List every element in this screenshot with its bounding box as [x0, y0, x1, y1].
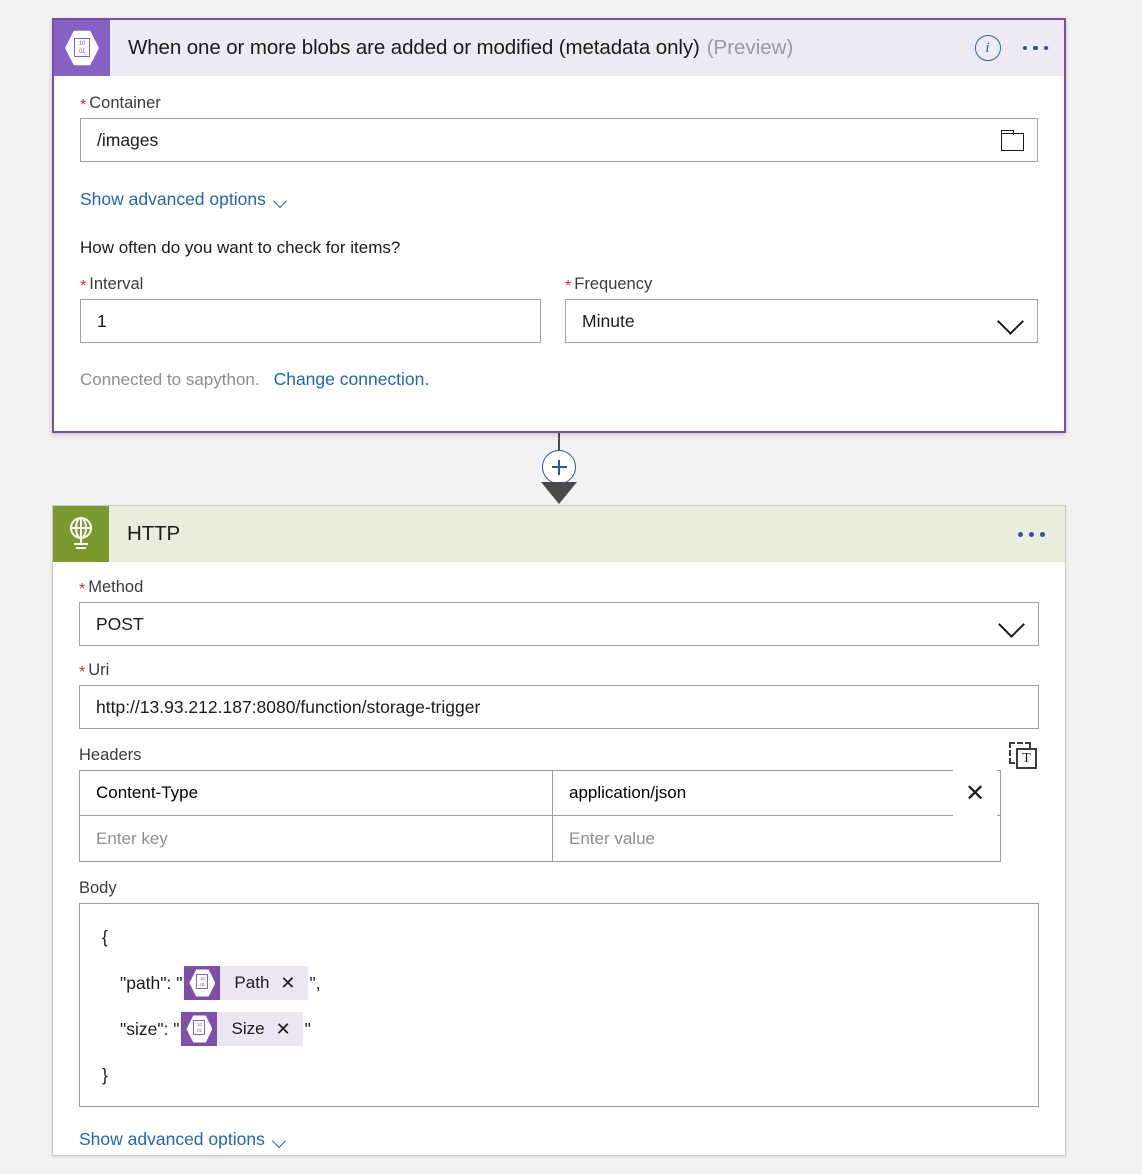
required-marker: * [79, 664, 86, 681]
method-select[interactable]: POST [79, 602, 1039, 646]
header-key-value: Content-Type [96, 783, 199, 802]
header-key-placeholder: Enter key [96, 828, 168, 848]
chevron-down-icon[interactable] [1000, 617, 1026, 632]
logic-app-designer-canvas: 10 01 When one or more blobs are added o… [0, 0, 1142, 1174]
method-select-value: POST [96, 613, 144, 634]
trigger-card-menu-button[interactable] [1022, 45, 1048, 51]
add-step-button[interactable] [542, 450, 576, 484]
connector-arrow-icon [541, 482, 577, 504]
body-path-key: "path": " [120, 972, 183, 993]
frequency-select-value: Minute [582, 310, 635, 331]
chevron-down-icon [274, 196, 287, 204]
body-line-size: "size": " 10 01 Size ✕ " [94, 1006, 1024, 1052]
headers-field-label: Headers [79, 746, 142, 764]
container-input-value: /images [97, 129, 159, 150]
header-value-value: application/json [569, 783, 687, 802]
table-row[interactable]: Content-Type application/json [79, 770, 1039, 816]
body-line-path: "path": " 10 01 Path ✕ ", [94, 960, 1024, 1006]
required-marker: * [80, 97, 87, 114]
header-key-input-empty[interactable]: Enter key [79, 816, 553, 862]
body-line-open: { [102, 926, 108, 947]
folder-icon[interactable] [1001, 129, 1025, 151]
trigger-card-body: * Container /images Show advanced option… [54, 76, 1064, 390]
trigger-card-title: When one or more blobs are added or modi… [128, 36, 700, 59]
switch-to-text-mode-icon[interactable]: T [1009, 742, 1039, 772]
trigger-card[interactable]: 10 01 When one or more blobs are added o… [52, 18, 1066, 433]
container-input[interactable]: /images [80, 118, 1038, 162]
token-label: Path [234, 973, 270, 992]
table-row[interactable]: Enter key Enter value [79, 816, 1039, 862]
preview-badge: (Preview) [706, 36, 794, 59]
info-icon[interactable]: i [974, 35, 1001, 61]
hexagon-binary-glyph: 10 01 [65, 30, 99, 66]
container-field-label: * Container [80, 94, 161, 114]
interval-input-value: 1 [97, 310, 107, 331]
http-card-body: * Method POST * Uri http://13.93.212.187… [53, 562, 1065, 1150]
step-connector [0, 433, 1142, 505]
uri-field-label: * Uri [79, 661, 110, 681]
body-field-label: Body [79, 879, 117, 897]
chevron-down-icon[interactable] [999, 314, 1025, 329]
interval-input[interactable]: 1 [80, 299, 542, 343]
header-value-input-empty[interactable]: Enter value [553, 816, 1001, 862]
change-connection-link[interactable]: Change connection. [274, 369, 430, 390]
header-key-input[interactable]: Content-Type [79, 770, 553, 816]
body-size-key: "size": " [120, 1018, 180, 1039]
body-line-close: } [102, 1064, 108, 1085]
http-show-advanced-options-link[interactable]: Show advanced options [79, 1129, 286, 1150]
uri-input[interactable]: http://13.93.212.187:8080/function/stora… [79, 685, 1039, 729]
body-size-suffix: " [304, 1018, 311, 1039]
method-field-label: * Method [79, 578, 144, 598]
frequency-select[interactable]: Minute [565, 299, 1038, 343]
azure-blob-storage-icon: 10 01 [184, 966, 221, 1000]
remove-token-icon[interactable]: ✕ [280, 973, 295, 994]
uri-input-value: http://13.93.212.187:8080/function/stora… [96, 696, 481, 717]
connection-status-text: Connected to sapython. [80, 370, 260, 389]
interval-field-label: * Interval [80, 275, 144, 295]
required-marker: * [565, 278, 572, 295]
text-mode-glyph: T [1016, 748, 1037, 769]
remove-token-icon[interactable]: ✕ [276, 1019, 291, 1040]
chevron-down-icon [273, 1136, 286, 1144]
check-frequency-question: How often do you want to check for items… [80, 238, 401, 257]
frequency-field-label: * Frequency [565, 275, 653, 295]
header-value-input[interactable]: application/json [553, 770, 1001, 816]
http-card-menu-button[interactable] [1018, 531, 1045, 537]
header-value-placeholder: Enter value [569, 828, 655, 848]
required-marker: * [80, 278, 87, 295]
globe-icon [53, 506, 109, 562]
http-action-card[interactable]: HTTP * Method POST * Uri http://13.93.21… [52, 505, 1066, 1156]
http-card-header[interactable]: HTTP [53, 506, 1065, 562]
dynamic-token-path[interactable]: 10 01 Path ✕ [184, 966, 308, 1000]
azure-blob-storage-icon: 10 01 [54, 20, 110, 76]
icon-binary-bottom: 01 [78, 49, 86, 55]
headers-table: T Content-Type application/json Enter ke… [79, 742, 1039, 862]
azure-blob-storage-icon: 10 01 [181, 1012, 218, 1046]
trigger-card-header[interactable]: 10 01 When one or more blobs are added o… [54, 20, 1064, 76]
http-card-title: HTTP [127, 522, 181, 545]
icon-binary-top: 10 [78, 41, 86, 47]
token-label: Size [231, 1019, 265, 1038]
dynamic-token-size[interactable]: 10 01 Size ✕ [181, 1012, 303, 1046]
delete-header-row-button[interactable]: ✕ [953, 770, 997, 816]
body-editor[interactable]: { "path": " 10 01 Path ✕ ", "size": " 10… [79, 903, 1039, 1107]
trigger-show-advanced-options-link[interactable]: Show advanced options [80, 189, 287, 210]
body-path-suffix: ", [309, 972, 321, 993]
required-marker: * [79, 581, 86, 598]
